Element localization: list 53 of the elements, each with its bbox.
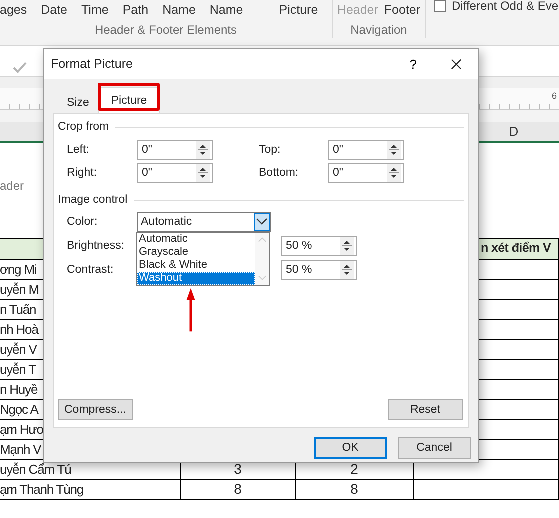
field-label: Right:: [67, 166, 98, 181]
section-title: Image control: [58, 194, 128, 206]
spinner-icon[interactable]: [196, 141, 210, 159]
spinner-icon[interactable]: [196, 164, 210, 182]
field-label: Top:: [258, 143, 282, 158]
spin-field[interactable]: 50 %: [281, 236, 357, 256]
ribbon-button[interactable]: Name: [162, 3, 196, 17]
dropdown-option[interactable]: Grayscale: [137, 246, 255, 259]
field-label: Brightness:: [67, 239, 126, 254]
ribbon-button[interactable]: Path: [122, 3, 149, 17]
section-title: Crop from: [58, 121, 110, 133]
spin-field[interactable]: 0": [137, 163, 213, 183]
group-label: Navigation: [350, 23, 408, 37]
table-cell: ạm Thanh Tùng: [0, 480, 181, 499]
field-label: Color:: [67, 215, 99, 230]
checkbox[interactable]: [434, 0, 446, 12]
color-dropdown[interactable]: Automatic: [137, 212, 271, 232]
spinner-icon[interactable]: [340, 237, 354, 255]
ribbon-button[interactable]: Date: [41, 3, 68, 17]
help-button[interactable]: ?: [410, 56, 417, 72]
ribbon-button[interactable]: ages: [0, 3, 28, 17]
dropdown-option[interactable]: Automatic: [137, 233, 255, 246]
spinner-icon[interactable]: [387, 164, 401, 182]
reset-button[interactable]: Reset: [388, 399, 463, 420]
close-icon[interactable]: [451, 58, 462, 70]
spin-field[interactable]: 0": [137, 140, 213, 160]
ribbon-button[interactable]: Footer: [384, 3, 421, 17]
field-label: Contrast:: [67, 263, 115, 278]
cancel-button[interactable]: Cancel: [398, 437, 471, 459]
dialog-title: Format Picture: [51, 57, 134, 71]
table-cell: 8: [181, 480, 296, 499]
header-label: ader: [0, 179, 24, 193]
highlight-box: [98, 83, 160, 111]
compress-button[interactable]: Compress...: [58, 399, 133, 420]
ribbon-button[interactable]: Name: [210, 3, 244, 17]
spin-field[interactable]: 0": [328, 140, 404, 160]
ribbon-button[interactable]: Picture: [279, 3, 318, 17]
group-label: Header & Footer Elements: [94, 23, 238, 37]
checkbox-label: Different Odd & Eve: [452, 0, 558, 12]
spinner-icon[interactable]: [387, 141, 401, 159]
ruler-number: 6: [552, 91, 557, 101]
field-label: Left:: [67, 143, 90, 158]
check-icon[interactable]: [13, 62, 27, 74]
spinner-icon[interactable]: [340, 261, 354, 279]
spin-field[interactable]: 0": [328, 163, 404, 183]
tab[interactable]: Size: [58, 91, 98, 113]
ribbon-button[interactable]: Time: [82, 3, 109, 17]
dropdown-option[interactable]: Washout: [137, 272, 255, 285]
ok-button[interactable]: OK: [314, 437, 387, 459]
spin-field[interactable]: 50 %: [281, 260, 357, 280]
table-cell: 8: [296, 480, 414, 499]
field-label: Bottom:: [258, 166, 300, 181]
chevron-icon[interactable]: [254, 213, 270, 231]
